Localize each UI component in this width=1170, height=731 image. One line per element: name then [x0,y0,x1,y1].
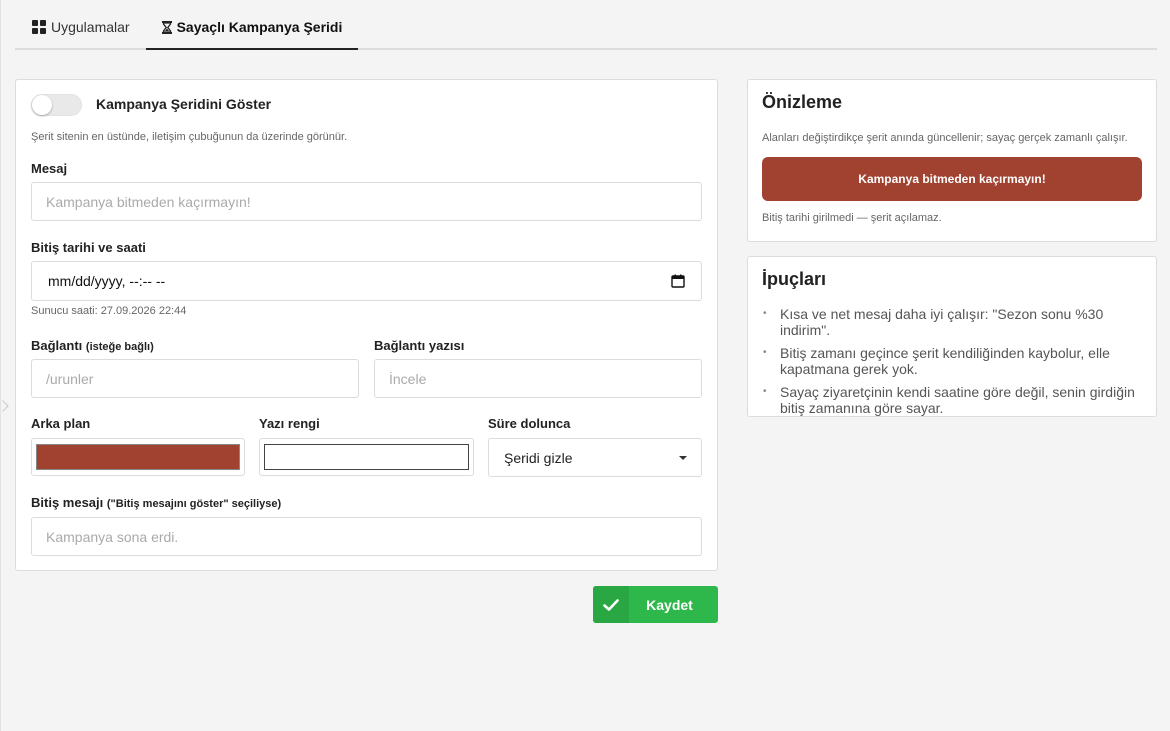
check-icon [593,586,629,623]
end-message-label: Bitiş mesajı ("Bitiş mesajını göster" se… [31,495,281,510]
toggle-knob [32,95,52,115]
preview-banner-text: Kampanya bitmeden kaçırmayın! [858,172,1046,186]
tab-apps-label: Uygulamalar [51,19,130,35]
on-expire-label: Süre dolunca [488,416,571,431]
background-color-label: Arka plan [31,416,91,431]
text-color-picker[interactable] [259,438,474,476]
save-button-label: Kaydet [646,596,693,613]
preview-panel: Önizleme Alanları değiştirdikçe şerit an… [747,79,1157,242]
text-color-swatch [264,444,469,470]
show-banner-toggle-label: Kampanya Şeridini Göster [96,96,272,112]
tab-countdown-banner[interactable]: Sayaçlı Kampanya Şeridi [145,6,359,50]
show-banner-toggle[interactable] [31,94,82,116]
on-expire-select[interactable]: Şeridi gizle [488,438,702,477]
tab-countdown-banner-label: Sayaçlı Kampanya Şeridi [176,19,343,35]
link-text-label: Bağlantı yazısı [374,338,465,353]
tips-title: İpuçları [762,269,827,289]
background-color-swatch [36,444,240,470]
show-banner-help: Şerit sitenin en üstünde, iletişim çubuğ… [31,131,348,143]
preview-banner: Kampanya bitmeden kaçırmayın! [762,157,1142,201]
tab-apps[interactable]: Uygulamalar [15,6,146,48]
message-label: Mesaj [31,161,68,176]
link-text-input[interactable] [374,359,702,398]
end-datetime-value: mm/dd/yyyy, --:-- -- [48,273,166,289]
link-label-text: Bağlantı [31,338,83,353]
tab-bar: Uygulamalar Sayaçlı Kampanya Şeridi [15,6,1157,50]
tip-item: Bitiş zamanı geçince şerit kendiliğinden… [762,345,1144,377]
preview-title: Önizleme [762,92,843,112]
end-message-label-hint: ("Bitiş mesajını göster" seçiliyse) [106,498,282,510]
end-message-input[interactable] [31,517,702,556]
tip-item: Kısa ve net mesaj daha iyi çalışır: "Sez… [762,306,1144,338]
link-label: Bağlantı (isteğe bağlı) [31,338,154,353]
end-message-label-text: Bitiş mesajı [31,495,104,510]
banner-settings-panel: Kampanya Şeridini Göster Şerit sitenin e… [15,79,718,571]
on-expire-value: Şeridi gizle [504,449,573,466]
calendar-icon[interactable] [671,274,685,288]
tip-item: Sayaç ziyaretçinin kendi saatine göre de… [762,384,1144,416]
tips-list: Kısa ve net mesaj daha iyi çalışır: "Sez… [762,306,1144,423]
link-input[interactable] [31,359,359,398]
save-button[interactable]: Kaydet [593,586,718,623]
grid-icon [32,20,46,34]
tips-panel: İpuçları Kısa ve net mesaj daha iyi çalı… [747,256,1157,417]
hourglass-icon [161,20,172,34]
server-time: Sunucu saati: 27.09.2026 22:44 [31,305,187,317]
end-datetime-label: Bitiş tarihi ve saati [31,240,146,255]
message-input[interactable] [31,182,702,221]
preview-status: Bitiş tarihi girilmedi — şerit açılamaz. [762,212,942,224]
end-datetime-input[interactable]: mm/dd/yyyy, --:-- -- [31,261,702,301]
link-label-hint: (isteğe bağlı) [85,341,154,353]
preview-note: Alanları değiştirdikçe şerit anında günc… [762,132,1128,144]
text-color-label: Yazı rengi [259,416,320,431]
caret-down-icon [679,455,687,460]
collapse-chevron-icon[interactable] [0,400,9,412]
background-color-picker[interactable] [31,438,245,476]
